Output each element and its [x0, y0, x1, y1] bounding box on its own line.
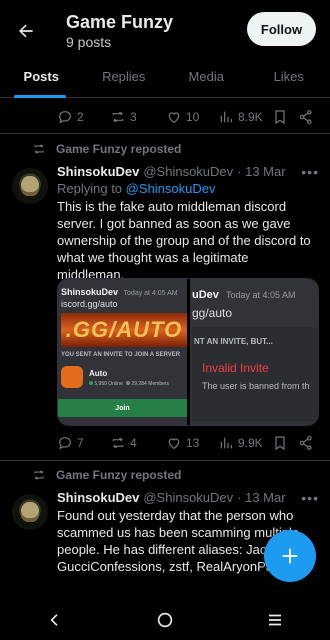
divider	[0, 133, 330, 134]
tab-posts[interactable]: Posts	[0, 62, 83, 98]
media-time: Today at 4:05 AM	[225, 290, 296, 300]
repost-icon	[112, 437, 124, 449]
avatar[interactable]	[12, 494, 48, 530]
bookmark-button[interactable]	[272, 435, 288, 451]
media-image-left[interactable]: ShinsokuDev Today at 4:05 AM iscord.gg/a…	[58, 279, 187, 425]
repost-indicator: Game Funzy reposted	[32, 142, 181, 156]
media-url: iscord.gg/auto	[61, 299, 118, 309]
invite-header: NT AN INVITE, BUT...	[194, 337, 273, 346]
replying-prefix: Replying to	[57, 181, 126, 196]
views-count: 9.9K	[238, 436, 263, 450]
repost-count: 3	[130, 110, 137, 124]
mention-link[interactable]: @ShinsokuDev	[126, 181, 216, 196]
repost-count: 4	[130, 436, 137, 450]
bookmark-button[interactable]	[272, 109, 288, 125]
reply-count: 2	[77, 110, 84, 124]
reply-button[interactable]: 7	[57, 435, 84, 451]
like-button[interactable]: 10	[166, 109, 199, 125]
share-button[interactable]	[298, 435, 314, 451]
like-count: 10	[186, 110, 200, 124]
avatar[interactable]	[12, 168, 48, 204]
media-grid[interactable]: ShinsokuDev Today at 4:05 AM iscord.gg/a…	[57, 278, 319, 426]
replying-to: Replying to @ShinsokuDev	[57, 181, 319, 196]
views-button[interactable]: 8.9K	[218, 109, 263, 125]
media-author: ShinsokuDev	[61, 287, 119, 297]
post-date: · 13 Mar	[237, 490, 286, 505]
profile-tabs: Posts Replies Media Likes	[0, 62, 330, 98]
compose-button[interactable]	[264, 530, 316, 582]
repost-icon	[34, 144, 44, 154]
divider	[0, 460, 330, 461]
tab-media[interactable]: Media	[165, 62, 248, 97]
invalid-invite-title: Invalid Invite	[202, 361, 269, 375]
bookmark-icon	[275, 110, 285, 125]
system-nav-bar	[0, 600, 330, 640]
system-back-button[interactable]	[35, 600, 75, 640]
post-actions: 7 4 13 9.9K	[0, 431, 330, 455]
media-author: uDev	[192, 289, 219, 301]
repost-icon	[34, 470, 44, 480]
tab-replies[interactable]: Replies	[83, 62, 166, 97]
tweet[interactable]: ShinsokuDev @ShinsokuDev · 13 Mar ••• Re…	[57, 164, 319, 283]
handle[interactable]: @ShinsokuDev	[143, 164, 233, 179]
follow-button[interactable]: Follow	[247, 12, 316, 46]
media-time: Today at 4:05 AM	[123, 290, 178, 297]
like-count: 13	[186, 436, 200, 450]
home-circle-icon	[157, 612, 173, 628]
media-url: gg/auto	[192, 306, 233, 320]
profile-header: Game Funzy 9 posts Follow	[0, 0, 330, 62]
member-count: 29,284 Members	[131, 381, 170, 387]
tab-likes[interactable]: Likes	[248, 62, 330, 97]
heart-icon	[168, 438, 180, 450]
repost-label: Game Funzy reposted	[56, 142, 182, 156]
share-icon	[299, 436, 312, 450]
invite-header: YOU SENT AN INVITE TO JOIN A SERVER	[61, 352, 181, 358]
menu-lines-icon	[269, 614, 281, 626]
reply-button[interactable]: 2	[57, 109, 84, 125]
tweet-text: This is the fake auto middleman discord …	[57, 199, 311, 282]
system-home-button[interactable]	[145, 600, 185, 640]
server-icon	[61, 366, 83, 388]
plus-icon	[282, 548, 298, 564]
post-date: · 13 Mar	[237, 164, 286, 179]
reply-icon	[59, 437, 71, 450]
repost-indicator: Game Funzy reposted	[32, 468, 181, 482]
back-button[interactable]	[0, 5, 52, 57]
server-name: Auto	[89, 369, 108, 378]
invalid-invite-desc: The user is banned from th	[202, 381, 310, 391]
join-button: Join	[58, 399, 187, 417]
share-button[interactable]	[298, 109, 314, 125]
reply-icon	[59, 111, 71, 124]
profile-name: Game Funzy	[66, 12, 174, 32]
display-name[interactable]: ShinsokuDev	[57, 164, 139, 179]
more-icon[interactable]: •••	[301, 490, 319, 506]
chevron-left-icon	[50, 614, 58, 626]
display-name[interactable]: ShinsokuDev	[57, 490, 139, 505]
arrow-left-icon	[19, 24, 33, 38]
posts-count: 9 posts	[66, 34, 112, 50]
media-banner: .GG/AUTO	[65, 317, 183, 342]
post-actions: 2 3 10 8.9K	[0, 105, 330, 129]
handle[interactable]: @ShinsokuDev	[143, 490, 233, 505]
heart-icon	[168, 112, 180, 124]
repost-button[interactable]: 3	[110, 109, 137, 125]
like-button[interactable]: 13	[166, 435, 199, 451]
repost-button[interactable]: 4	[110, 435, 137, 451]
system-recents-button[interactable]	[255, 600, 295, 640]
online-count: 5,950 Online	[94, 381, 123, 387]
reply-count: 7	[77, 436, 84, 450]
share-icon	[299, 110, 312, 124]
repost-icon	[112, 111, 124, 123]
more-icon[interactable]: •••	[301, 164, 319, 180]
views-button[interactable]: 9.9K	[218, 435, 263, 451]
media-image-right[interactable]: uDev Today at 4:05 AM gg/auto NT AN INVI…	[190, 279, 318, 425]
views-count: 8.9K	[238, 110, 263, 124]
repost-label: Game Funzy reposted	[56, 468, 182, 482]
bookmark-icon	[275, 436, 285, 451]
views-icon	[220, 437, 232, 449]
views-icon	[220, 111, 232, 123]
